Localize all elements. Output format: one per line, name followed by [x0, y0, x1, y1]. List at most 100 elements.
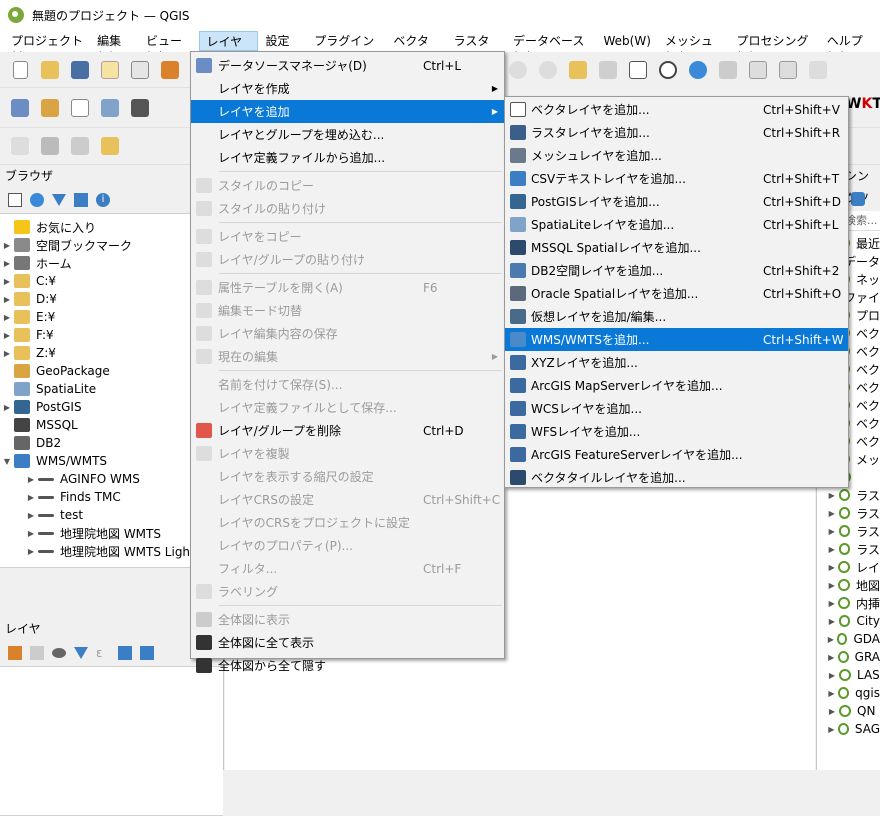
menu-7[interactable]: ベクタ(O)	[386, 31, 446, 64]
menu-item-paste-layer-icon[interactable]: レイヤ/グループの貼り付け	[191, 248, 504, 271]
select-features-icon[interactable]	[38, 134, 62, 158]
menu-item-row-2[interactable]: レイヤを追加 ▶	[191, 100, 504, 123]
processing-item[interactable]: ▶ SAG	[817, 720, 880, 738]
expand-arrow-icon[interactable]: ▶	[825, 707, 839, 716]
menu-item-arcgis-featureserver-icon[interactable]: ArcGIS FeatureServerレイヤを追加...	[505, 443, 848, 466]
menu-item-row-21[interactable]: レイヤを表示する縮尺の設定	[191, 465, 504, 488]
menu-item-virtual-layer-icon[interactable]: 仮想レイヤを追加/編集...	[505, 305, 848, 328]
menu-item-row-23[interactable]: レイヤのCRSをプロジェクトに設定	[191, 511, 504, 534]
menu-item-wcs-layer-icon[interactable]: WCSレイヤを追加...	[505, 397, 848, 420]
menu-item-row-4[interactable]: レイヤ定義ファイルから追加...	[191, 146, 504, 169]
menu-11[interactable]: メッシュ(M)	[658, 31, 730, 64]
expand-arrow-icon[interactable]: ▶	[825, 671, 839, 680]
layer-styling-icon[interactable]	[8, 646, 22, 660]
processing-item[interactable]: ▶ レイ	[817, 558, 880, 576]
menu-item-row-17[interactable]: 名前を付けて保存(S)...	[191, 373, 504, 396]
expand-arrow-icon[interactable]: ▶	[825, 617, 839, 626]
new-project-icon[interactable]	[8, 58, 32, 82]
refresh-icon[interactable]	[30, 193, 44, 207]
menu-item-oracle-layer-icon[interactable]: Oracle Spatialレイヤを追加... Ctrl+Shift+O	[505, 282, 848, 305]
menu-item-mesh-layer-icon[interactable]: メッシュレイヤを追加...	[505, 144, 848, 167]
menu-13[interactable]: ヘルプ(H)	[820, 31, 880, 64]
expand-arrow-icon[interactable]: ▶	[24, 475, 38, 484]
processing-item[interactable]: ▶ City	[817, 612, 880, 630]
menu-item-wms-layer-icon[interactable]: WMS/WMTSを追加... Ctrl+Shift+W	[505, 328, 848, 351]
temporal-controller-icon[interactable]	[656, 58, 680, 82]
menu-item-row-3[interactable]: レイヤとグループを埋め込む...	[191, 123, 504, 146]
filter-expression-icon[interactable]: ε	[96, 646, 110, 660]
zoom-selection-icon[interactable]	[596, 58, 620, 82]
menu-item-xyz-layer-icon[interactable]: XYZレイヤを追加...	[505, 351, 848, 374]
data-source-manager-icon[interactable]	[8, 96, 32, 120]
expand-arrow-icon[interactable]: ▶	[825, 653, 838, 662]
add-spatialite-icon[interactable]	[98, 96, 122, 120]
menu-item-row-24[interactable]: レイヤのプロパティ(P)...	[191, 534, 504, 557]
menu-item-copy-style-icon[interactable]: スタイルのコピー	[191, 174, 504, 197]
expand-arrow-icon[interactable]: ▶	[0, 241, 14, 250]
processing-item[interactable]: ▶ ラス	[817, 504, 880, 522]
menu-item-row-18[interactable]: レイヤ定義ファイルとして保存...	[191, 396, 504, 419]
expand-arrow-icon[interactable]: ▶	[825, 527, 839, 536]
processing-item[interactable]: ▶ ラス	[817, 522, 880, 540]
menu-item-copy-layer-icon[interactable]: レイヤをコピー	[191, 225, 504, 248]
menu-1[interactable]: プロジェクト(J)	[4, 31, 90, 64]
processing-item[interactable]: ▶ LAS	[817, 666, 880, 684]
menu-item-duplicate-layer-icon[interactable]: レイヤを複製	[191, 442, 504, 465]
collapse-all-icon[interactable]	[140, 646, 154, 660]
add-mesh-icon[interactable]	[128, 96, 152, 120]
save-project-icon[interactable]	[68, 58, 92, 82]
expand-arrow-icon[interactable]: ▶	[825, 599, 838, 608]
menu-6[interactable]: プラグイン(P)	[307, 31, 386, 64]
expand-arrow-icon[interactable]: ▼	[0, 457, 14, 466]
filter-icon[interactable]	[52, 194, 66, 206]
processing-item[interactable]: ▶ GDA	[817, 630, 880, 648]
identify-icon[interactable]	[8, 134, 32, 158]
menu-item-row-22[interactable]: レイヤCRSの設定 Ctrl+Shift+C	[191, 488, 504, 511]
processing-item[interactable]: ▶ ラス	[817, 540, 880, 558]
menu-item-postgis-layer-icon[interactable]: PostGISレイヤを追加... Ctrl+Shift+D	[505, 190, 848, 213]
layers-tree[interactable]	[0, 666, 223, 816]
menu-item-paste-style-icon[interactable]: スタイルの貼り付け	[191, 197, 504, 220]
add-vector-layer-icon[interactable]	[38, 96, 62, 120]
new-bookmark-icon[interactable]	[626, 58, 650, 82]
refresh-icon[interactable]	[686, 58, 710, 82]
menu-item-row-25[interactable]: フィルタ... Ctrl+F	[191, 557, 504, 580]
identify-features-icon[interactable]	[716, 58, 740, 82]
expand-arrow-icon[interactable]: ▶	[24, 529, 38, 538]
measure-icon[interactable]	[806, 58, 830, 82]
expand-all-icon[interactable]	[118, 646, 132, 660]
wkt-icon[interactable]: WKT	[846, 96, 880, 112]
expand-arrow-icon[interactable]: ▶	[0, 259, 14, 268]
add-group-icon[interactable]	[30, 646, 44, 660]
zoom-layer-icon[interactable]	[566, 58, 590, 82]
visibility-eye-icon[interactable]	[52, 648, 66, 658]
expand-arrow-icon[interactable]: ▶	[0, 349, 14, 358]
expand-arrow-icon[interactable]: ▶	[24, 547, 38, 556]
menu-item-db2-layer-icon[interactable]: DB2空間レイヤを追加... Ctrl+Shift+2	[505, 259, 848, 282]
menu-item-wfs-layer-icon[interactable]: WFSレイヤを追加...	[505, 420, 848, 443]
menu-item-overview-show-all-icon[interactable]: 全体図に全て表示	[191, 631, 504, 654]
new-print-layout-icon[interactable]	[98, 58, 122, 82]
expand-arrow-icon[interactable]: ▶	[24, 511, 38, 520]
expand-arrow-icon[interactable]: ▶	[825, 689, 838, 698]
menu-item-spatialite-layer-icon[interactable]: SpatiaLiteレイヤを追加... Ctrl+Shift+L	[505, 213, 848, 236]
expand-arrow-icon[interactable]: ▶	[0, 331, 14, 340]
select-by-value-icon[interactable]	[98, 134, 122, 158]
menu-item-overview-hide-all-icon[interactable]: 全体図から全て隠す	[191, 654, 504, 677]
info-icon[interactable]: i	[96, 193, 110, 207]
menu-8[interactable]: ラスタ(R)	[447, 31, 506, 64]
expand-arrow-icon[interactable]: ▶	[0, 403, 14, 412]
statistics-icon[interactable]	[776, 58, 800, 82]
menu-2[interactable]: 編集(E)	[90, 31, 139, 64]
open-project-icon[interactable]	[38, 58, 62, 82]
python-icon[interactable]	[851, 192, 865, 206]
expand-arrow-icon[interactable]: ▶	[825, 545, 839, 554]
menu-item-csv-layer-icon[interactable]: CSVテキストレイヤを追加... Ctrl+Shift+T	[505, 167, 848, 190]
menu-item-save-edits-icon[interactable]: レイヤ編集内容の保存	[191, 322, 504, 345]
processing-item[interactable]: ▶ qgis	[817, 684, 880, 702]
menu-item-pencil-icon[interactable]: 編集モード切替	[191, 299, 504, 322]
menu-5[interactable]: 設定(S)	[258, 31, 307, 64]
expand-arrow-icon[interactable]: ▶	[0, 277, 14, 286]
menu-item-attribute-table-icon[interactable]: 属性テーブルを開く(A) F6	[191, 276, 504, 299]
menu-item-labeling-icon[interactable]: ラベリング	[191, 580, 504, 603]
